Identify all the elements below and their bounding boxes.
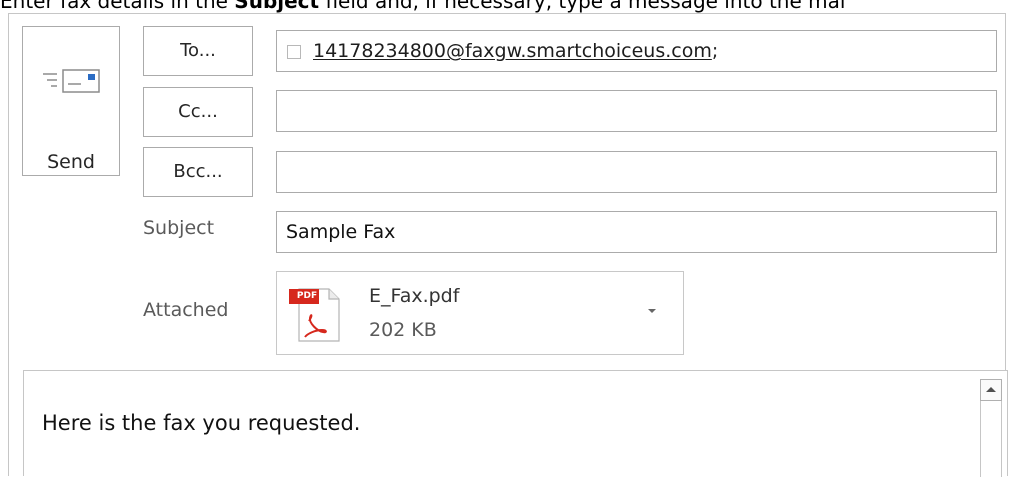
send-envelope-icon — [43, 69, 100, 93]
instruction-text-after: field and, if necessary, type a message … — [319, 0, 846, 13]
instruction-text-before: Enter fax details in the — [0, 0, 235, 13]
chevron-down-icon[interactable] — [645, 304, 659, 318]
message-body[interactable]: Here is the fax you requested. — [23, 370, 1008, 477]
send-button-label: Send — [47, 151, 95, 173]
subject-value[interactable]: Sample Fax — [277, 221, 395, 243]
bcc-button[interactable]: Bcc... — [143, 147, 253, 197]
subject-label: Subject — [143, 217, 215, 239]
recipient-separator: ; — [711, 40, 719, 62]
send-button[interactable]: Send — [22, 26, 120, 176]
recipient-token[interactable]: 14178234800@faxgw.smartchoiceus.com ; — [287, 31, 718, 71]
subject-field[interactable]: Sample Fax — [276, 211, 997, 253]
bcc-field[interactable] — [276, 151, 997, 193]
pdf-badge-text: PDF — [296, 291, 318, 301]
instruction-text: Enter fax details in the Subject field a… — [0, 0, 1013, 13]
to-button[interactable]: To... — [143, 26, 253, 76]
scroll-up-button[interactable] — [980, 379, 1002, 401]
attachment-file-name: E_Fax.pdf — [369, 285, 460, 307]
to-field[interactable]: 14178234800@faxgw.smartchoiceus.com ; — [276, 30, 997, 72]
attachment-item[interactable]: PDF E_Fax.pdf 202 KB — [276, 271, 684, 355]
scroll-up-arrow-icon — [986, 387, 996, 392]
attached-label: Attached — [143, 299, 229, 321]
recipient-checkbox[interactable] — [287, 44, 301, 59]
attachment-file-size: 202 KB — [369, 319, 437, 341]
cc-field[interactable] — [276, 90, 997, 132]
instruction-text-bold: Subject — [234, 0, 320, 13]
cc-button[interactable]: Cc... — [143, 87, 253, 137]
recipient-address[interactable]: 14178234800@faxgw.smartchoiceus.com — [313, 31, 712, 71]
message-text[interactable]: Here is the fax you requested. — [42, 409, 360, 437]
vertical-scrollbar[interactable] — [980, 379, 1002, 477]
